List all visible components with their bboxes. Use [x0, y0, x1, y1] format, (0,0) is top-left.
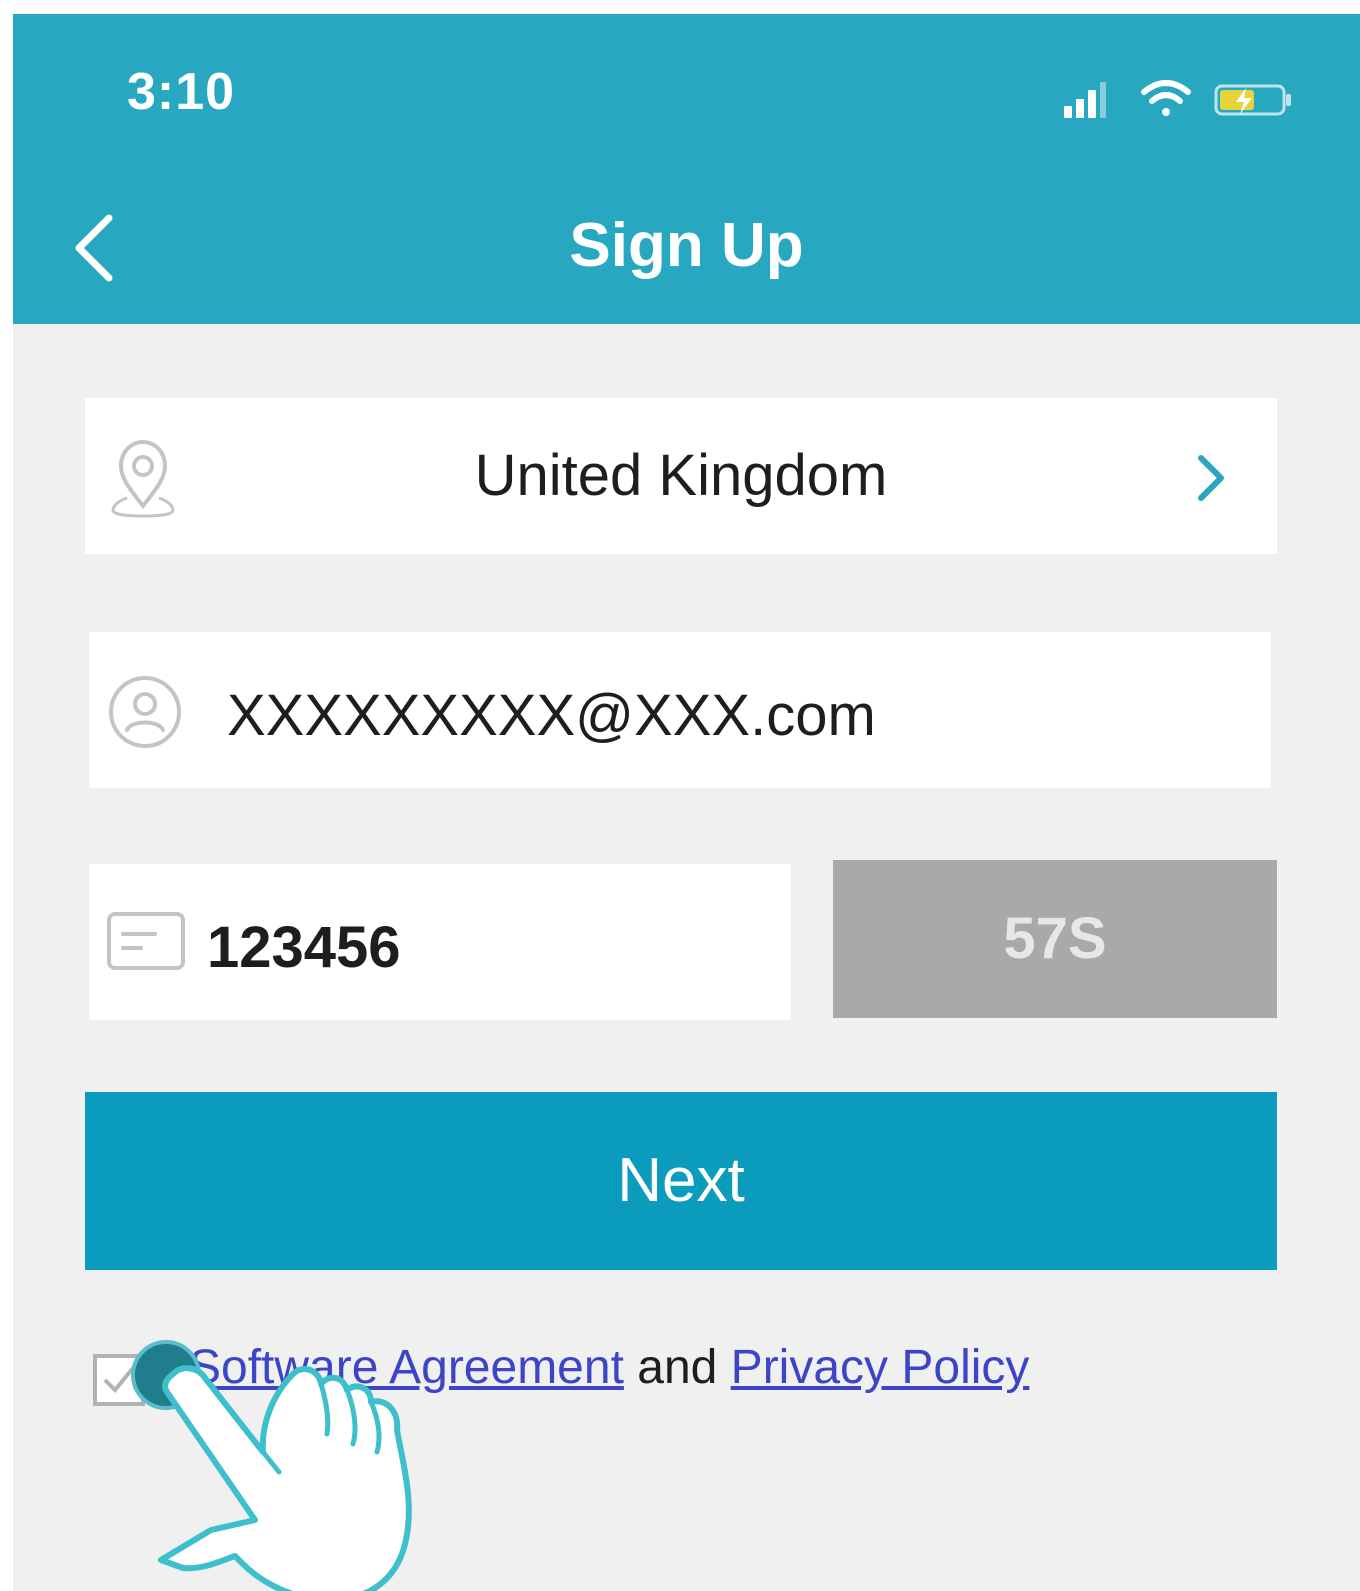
verification-code-input[interactable] — [207, 912, 767, 982]
status-icons — [1064, 80, 1291, 118]
privacy-policy-link[interactable]: Privacy Policy — [731, 1341, 1030, 1394]
next-button[interactable]: Next — [85, 1092, 1277, 1270]
agreement-connector: and — [623, 1341, 731, 1394]
status-time: 3:10 — [127, 63, 236, 121]
page-title: Sign Up — [569, 211, 804, 280]
top-strip — [0, 0, 1360, 14]
user-icon — [109, 676, 181, 748]
message-code-icon — [107, 912, 185, 970]
region-value: United Kingdom — [474, 443, 888, 508]
wifi-icon — [1141, 80, 1191, 116]
region-selector[interactable]: United Kingdom — [85, 398, 1277, 554]
app-header: 3:10 Sign Up — [13, 14, 1360, 324]
resend-code-countdown-button[interactable]: 57S — [833, 860, 1277, 1018]
phone-screen: 3:10 Sign Up United Kingdom XXXXXXXXX@XX… — [13, 14, 1360, 1591]
pointing-hand-icon — [158, 1365, 412, 1591]
chevron-right-icon — [1198, 455, 1224, 501]
cellular-signal-icon — [1064, 82, 1106, 118]
email-input[interactable] — [227, 680, 1227, 750]
verification-code-row — [89, 864, 791, 1020]
email-field-row — [89, 632, 1271, 788]
battery-charging-icon — [1214, 84, 1291, 116]
